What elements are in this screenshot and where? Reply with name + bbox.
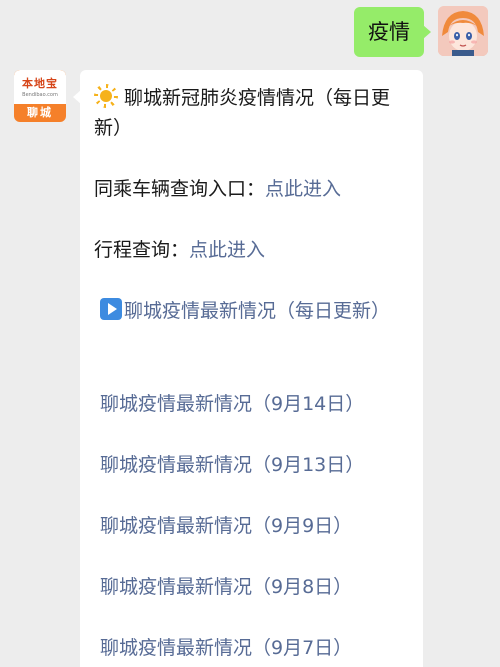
ride-query-label: 同乘车辆查询入口： [94,178,266,200]
play-icon [100,298,122,320]
latest-situation-link[interactable]: 聊城疫情最新情况（每日更新） [100,296,409,326]
user-avatar[interactable] [438,6,488,56]
user-message-row: 疫情 [354,6,488,57]
card-title: 聊城新冠肺炎疫情情况（每日更新） [94,83,409,143]
user-message-bubble[interactable]: 疫情 [354,7,431,57]
sun-icon [94,84,118,108]
daily-link-3[interactable]: 聊城疫情最新情况（9月9日） [100,511,409,541]
trip-query-link[interactable]: 点此进入 [189,239,265,261]
bot-message-card: 聊城新冠肺炎疫情情况（每日更新） 同乘车辆查询入口：点此进入 行程查询：点此进入… [73,70,423,667]
trip-query-row: 行程查询：点此进入 [94,235,409,265]
ride-query-link[interactable]: 点此进入 [265,178,341,200]
anime-girl-avatar-icon [438,6,488,56]
daily-link-2[interactable]: 聊城疫情最新情况（9月13日） [100,450,409,480]
card-title-text: 聊城新冠肺炎疫情情况（每日更新） [94,87,391,139]
ride-query-row: 同乘车辆查询入口：点此进入 [94,174,409,204]
bot-avatar-domain: Bendibao.com [22,92,58,98]
daily-link-5[interactable]: 聊城疫情最新情况（9月7日） [100,633,409,663]
daily-link-1[interactable]: 聊城疫情最新情况（9月14日） [100,389,409,419]
bot-avatar-logo: 本地宝 [22,77,58,90]
bot-avatar-city: 聊城 [27,106,53,119]
daily-link-4[interactable]: 聊城疫情最新情况（9月8日） [100,572,409,602]
trip-query-label: 行程查询： [94,239,190,261]
latest-situation-text: 聊城疫情最新情况（每日更新） [124,300,391,322]
bot-avatar[interactable]: 本地宝 Bendibao.com 聊城 [14,70,66,122]
